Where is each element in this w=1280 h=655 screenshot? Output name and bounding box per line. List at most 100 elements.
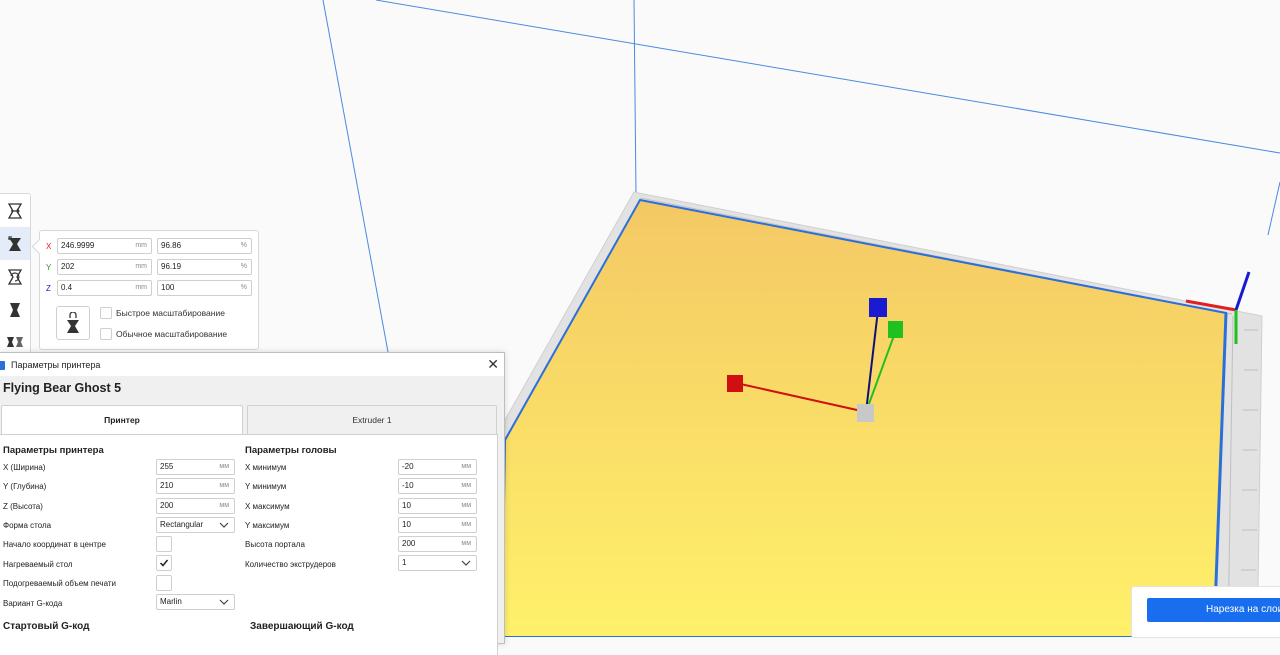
tab-printer-label: Принтер <box>104 415 140 425</box>
chevron-down-icon <box>461 560 471 566</box>
printer-settings-dialog: Параметры принтера ✕ Flying Bear Ghost 5… <box>0 352 505 655</box>
extruder-count-value: 1 <box>402 558 407 567</box>
unit-label: мм <box>461 540 471 547</box>
uniform-scaling-option[interactable]: Обычное масштабирование <box>100 328 227 340</box>
tool-panel <box>0 193 31 355</box>
ymin-label: Y минимум <box>245 482 287 491</box>
y-scale-handle[interactable] <box>888 321 903 338</box>
rotate-tool-icon <box>7 268 23 285</box>
scale-z-mm-input[interactable]: 0.4 mm <box>57 280 152 296</box>
scale-y-percent-input[interactable]: 96.19 % <box>157 259 252 275</box>
unit-label: мм <box>461 502 471 509</box>
unit-label: mm <box>135 284 147 291</box>
tab-printer[interactable]: Принтер <box>1 405 243 434</box>
heated-volume-label: Подогреваемый объем печати <box>3 579 116 588</box>
scale-z-percent-input[interactable]: 100 % <box>157 280 252 296</box>
extruder-count-select[interactable]: 1 <box>398 555 477 571</box>
snap-scaling-checkbox[interactable] <box>100 307 112 319</box>
heated-volume-checkbox[interactable] <box>156 575 172 591</box>
depth-label: Y (Глубина) <box>3 482 47 491</box>
scale-tool-button[interactable] <box>0 227 30 260</box>
bed-shape-value: Rectangular <box>160 520 204 529</box>
uniform-scale-handle[interactable] <box>857 404 874 422</box>
printer-depth-value: 210 <box>160 481 174 490</box>
unit-label: мм <box>219 502 229 509</box>
head-ymin-input[interactable]: -10 мм <box>398 478 477 494</box>
checkmark-icon <box>159 559 169 567</box>
snap-scaling-option[interactable]: Быстрое масштабирование <box>100 307 225 319</box>
printer-depth-input[interactable]: 210 мм <box>156 478 235 494</box>
chevron-down-icon <box>219 522 229 528</box>
z-scale-handle[interactable] <box>869 298 887 317</box>
height-label: Z (Высота) <box>3 502 43 511</box>
printer-settings-heading: Параметры принтера <box>3 445 104 456</box>
move-tool-icon <box>7 202 23 219</box>
per-model-settings-button[interactable] <box>0 326 30 354</box>
mirror-tool-icon <box>10 302 20 317</box>
cura-app-icon <box>0 360 5 370</box>
end-gcode-heading: Завершающий G-код <box>250 621 354 632</box>
gantry-height-input[interactable]: 200 мм <box>398 536 477 552</box>
scale-y-mm-value: 202 <box>61 262 75 271</box>
printer-width-value: 255 <box>160 462 174 471</box>
gcode-flavor-label: Вариант G-кода <box>3 599 63 608</box>
unit-label: % <box>240 284 247 291</box>
snap-scaling-label: Быстрое масштабирование <box>116 308 225 318</box>
bed-shape-select[interactable]: Rectangular <box>156 517 235 533</box>
ymax-label: Y максимум <box>245 521 290 530</box>
unit-label: % <box>240 263 247 270</box>
tab-extruder-1-label: Extruder 1 <box>352 415 392 425</box>
printer-width-input[interactable]: 255 мм <box>156 459 235 475</box>
scale-x-mm-input[interactable]: 246.9999 mm <box>57 238 152 254</box>
unit-label: % <box>240 242 247 249</box>
axis-z-label: Z <box>46 283 51 293</box>
unit-label: мм <box>219 482 229 489</box>
dialog-title: Параметры принтера <box>11 359 101 370</box>
heated-bed-label: Нагреваемый стол <box>3 560 73 569</box>
start-gcode-heading: Стартовый G-код <box>3 621 90 632</box>
axis-x-label: X <box>46 241 52 251</box>
dialog-titlebar[interactable]: Параметры принтера ✕ <box>0 353 504 376</box>
unit-label: mm <box>135 242 147 249</box>
unit-label: mm <box>135 263 147 270</box>
origin-center-label: Начало координат в центре <box>3 540 106 549</box>
close-icon[interactable]: ✕ <box>487 356 499 372</box>
head-xmax-input[interactable]: 10 мм <box>398 498 477 514</box>
rotate-tool-button[interactable] <box>0 260 30 293</box>
gantry-height-value: 200 <box>402 539 416 548</box>
lock-scaling-button[interactable] <box>56 306 90 340</box>
tab-extruder-1[interactable]: Extruder 1 <box>247 405 497 434</box>
slice-panel: Нарезка на слои <box>1131 586 1280 638</box>
gcode-flavor-select[interactable]: Marlin <box>156 594 235 610</box>
scale-row-z: Z 0.4 mm 100 % <box>46 280 252 296</box>
mirror-tool-button[interactable] <box>0 293 30 326</box>
gantry-height-label: Высота портала <box>245 540 305 549</box>
scale-x-percent-input[interactable]: 96.86 % <box>157 238 252 254</box>
scale-x-percent-value: 96.86 <box>161 241 182 250</box>
slice-button-label: Нарезка на слои <box>1206 604 1280 615</box>
unit-label: мм <box>461 463 471 470</box>
heated-bed-checkbox[interactable] <box>156 555 172 571</box>
slice-button[interactable]: Нарезка на слои <box>1147 598 1280 622</box>
chevron-down-icon <box>219 599 229 605</box>
uniform-scaling-checkbox[interactable] <box>100 328 112 340</box>
printer-height-input[interactable]: 200 мм <box>156 498 235 514</box>
unit-label: мм <box>461 521 471 528</box>
scale-y-percent-value: 96.19 <box>161 262 182 271</box>
scale-z-mm-value: 0.4 <box>61 283 73 292</box>
xmax-label: X максимум <box>245 502 290 511</box>
x-scale-handle[interactable] <box>727 375 743 392</box>
origin-center-checkbox[interactable] <box>156 536 172 552</box>
bed-shape-label: Форма стола <box>3 521 52 530</box>
scale-y-mm-input[interactable]: 202 mm <box>57 259 152 275</box>
move-tool-button[interactable] <box>0 194 30 227</box>
head-xmax-value: 10 <box>402 501 411 510</box>
scale-row-x: X 246.9999 mm 96.86 % <box>46 238 252 254</box>
head-xmin-input[interactable]: -20 мм <box>398 459 477 475</box>
scale-x-mm-value: 246.9999 <box>61 241 95 250</box>
head-ymax-input[interactable]: 10 мм <box>398 517 477 533</box>
extruder-count-label: Количество экструдеров <box>245 560 336 569</box>
width-label: X (Ширина) <box>3 463 46 472</box>
scale-tool-icon <box>8 235 21 251</box>
scale-z-percent-value: 100 <box>161 283 175 292</box>
